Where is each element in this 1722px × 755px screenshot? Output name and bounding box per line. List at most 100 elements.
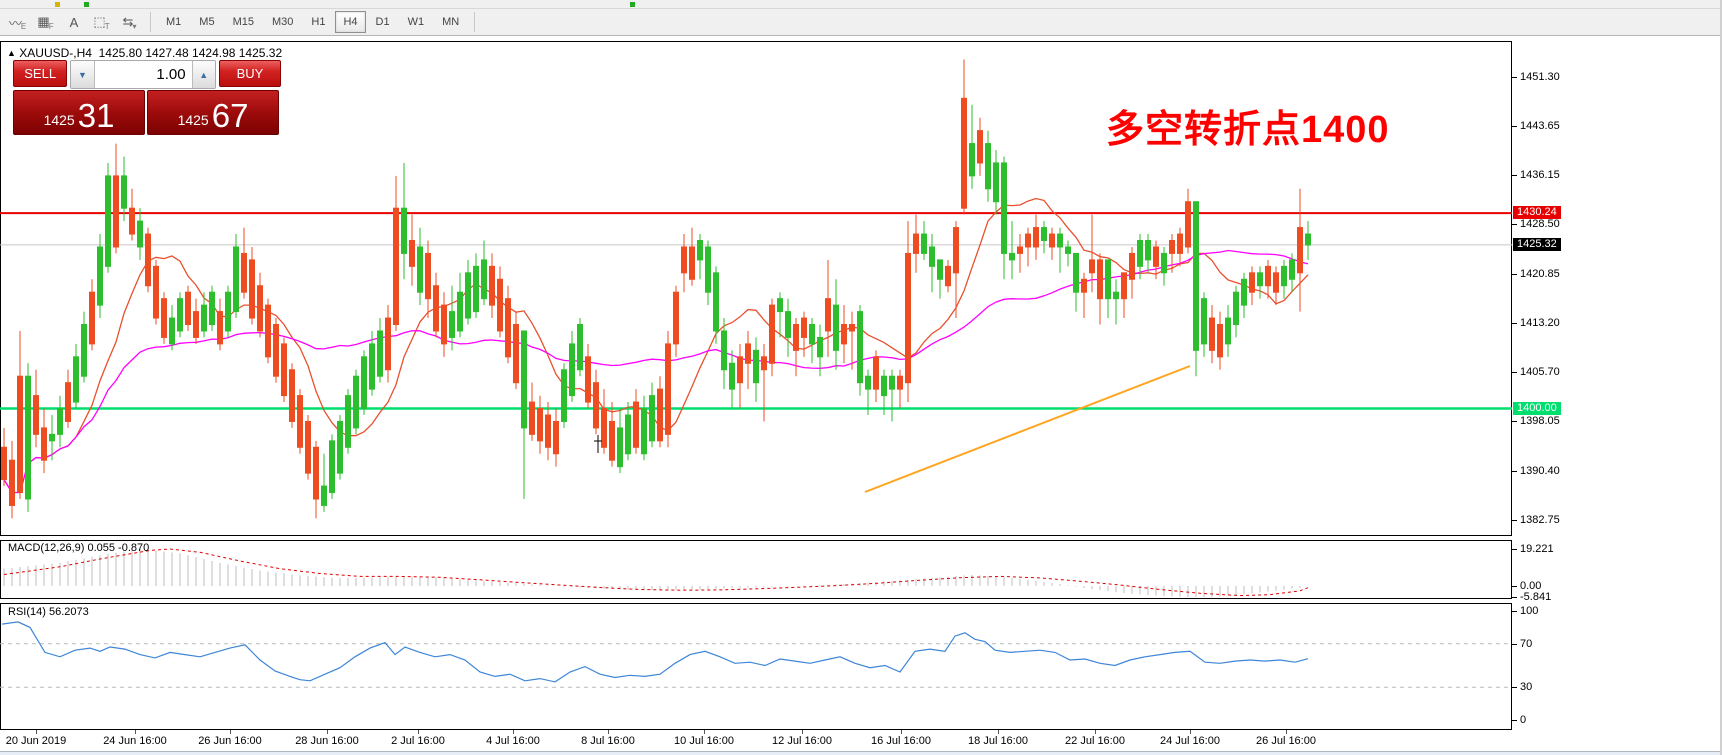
- axis-tick: [1512, 586, 1517, 587]
- axis-tick: [1512, 520, 1517, 521]
- date-tick-mark: [901, 730, 902, 734]
- price-axis[interactable]: 1451.30 1443.65 1436.15 1428.50 1420.85 1413.…: [1512, 36, 1722, 752]
- axis-tick: [1512, 549, 1517, 550]
- rsi-tick-label: 0: [1520, 714, 1526, 726]
- date-tick-mark: [36, 730, 37, 734]
- date-tick-mark: [230, 730, 231, 734]
- rsi-tick-label: 70: [1520, 638, 1532, 650]
- volume-increase-button[interactable]: ▲: [192, 61, 215, 88]
- chart-annotation-text: 多空转折点1400: [1106, 98, 1390, 153]
- date-tick-label: 4 Jul 16:00: [486, 735, 540, 747]
- date-tick-mark: [802, 730, 803, 734]
- price-tick-label: 1390.40: [1520, 465, 1560, 477]
- macd-tick-label: 0.00: [1520, 580, 1541, 592]
- price-tick-label: 1420.85: [1520, 268, 1560, 280]
- axis-tick: [1512, 611, 1517, 612]
- macd-tick-label: 19.221: [1520, 543, 1554, 555]
- price-tick-label: 1428.50: [1520, 218, 1560, 230]
- rsi-panel-canvas[interactable]: [0, 603, 1512, 730]
- symbol-ohlc-values: 1425.80 1427.48 1424.98 1425.32: [99, 46, 283, 60]
- date-tick-mark: [135, 730, 136, 734]
- timeframe-button-d1[interactable]: D1: [368, 11, 398, 33]
- sell-button[interactable]: SELL: [13, 60, 67, 87]
- axis-tick: [1512, 323, 1517, 324]
- axis-tick: [1512, 597, 1517, 598]
- date-tick-label: 2 Jul 16:00: [391, 735, 445, 747]
- buy-price-small: 1425: [178, 112, 209, 128]
- status-strip: [0, 751, 1722, 755]
- date-tick-mark: [1286, 730, 1287, 734]
- date-tick-mark: [608, 730, 609, 734]
- sell-price-small: 1425: [44, 112, 75, 128]
- date-tick-mark: [513, 730, 514, 734]
- macd-tick-label: -5.841: [1520, 591, 1551, 603]
- collapse-triangle-icon[interactable]: ▲: [7, 48, 16, 58]
- price-tick-label: 1443.65: [1520, 120, 1560, 132]
- price-badge: 1425.32: [1513, 238, 1561, 251]
- toolbar-sliver-mark: [84, 2, 89, 7]
- volume-input[interactable]: 1.00: [95, 61, 192, 88]
- timeframe-button-h4[interactable]: H4: [335, 11, 365, 33]
- date-tick-mark: [418, 730, 419, 734]
- date-tick-label: 12 Jul 16:00: [772, 735, 832, 747]
- buy-button[interactable]: BUY: [219, 60, 281, 87]
- date-tick-mark: [1095, 730, 1096, 734]
- text-box-icon[interactable]: ⬚T: [89, 10, 115, 34]
- timeframe-button-m5[interactable]: M5: [191, 11, 222, 33]
- timeframe-button-mn[interactable]: MN: [434, 11, 467, 33]
- date-tick-label: 18 Jul 16:00: [968, 735, 1028, 747]
- symbol-header[interactable]: ▲ XAUUSD-,H4 1425.80 1427.48 1424.98 142…: [7, 46, 282, 60]
- timeframe-button-m1[interactable]: M1: [158, 11, 189, 33]
- toolbar-sliver-mark: [55, 2, 60, 7]
- date-tick-label: 8 Jul 16:00: [581, 735, 635, 747]
- axis-tick: [1512, 175, 1517, 176]
- price-tick-label: 1451.30: [1520, 71, 1560, 83]
- macd-panel-canvas[interactable]: [0, 540, 1512, 599]
- objects-arrows-icon[interactable]: ⇆▾: [117, 10, 143, 34]
- axis-tick: [1512, 421, 1517, 422]
- volume-decrease-button[interactable]: ▼: [71, 61, 94, 88]
- timeframe-button-h1[interactable]: H1: [303, 11, 333, 33]
- timeframe-button-w1[interactable]: W1: [400, 11, 433, 33]
- timeframe-button-m15[interactable]: M15: [225, 11, 262, 33]
- timeframe-button-m30[interactable]: M30: [264, 11, 301, 33]
- mt4-window: 〰E▦FA⬚T⇆▾ M1M5M15M30H1H4D1W1MN 1451.3014…: [0, 0, 1722, 755]
- rsi-tick-label: 30: [1520, 681, 1532, 693]
- price-tick-label: 1436.15: [1520, 169, 1560, 181]
- date-tick-mark: [327, 730, 328, 734]
- toolbar-sliver-mark: [630, 2, 635, 7]
- indicators-icon[interactable]: 〰E: [5, 10, 31, 34]
- axis-tick: [1512, 471, 1517, 472]
- volume-stepper: ▼ 1.00 ▲: [70, 60, 216, 89]
- date-tick-label: 22 Jul 16:00: [1065, 735, 1125, 747]
- price-tick-label: 1382.75: [1520, 514, 1560, 526]
- axis-tick: [1512, 224, 1517, 225]
- date-tick-label: 28 Jun 16:00: [295, 735, 359, 747]
- sell-price-big: 31: [78, 99, 115, 132]
- one-click-trade-panel: SELL ▼ 1.00 ▲ BUY 1425 31 1425 67: [13, 60, 281, 135]
- toolbar-separator: [474, 12, 475, 32]
- axis-tick: [1512, 274, 1517, 275]
- date-tick-label: 10 Jul 16:00: [674, 735, 734, 747]
- rsi-label: RSI(14) 56.2073: [8, 606, 89, 618]
- price-tick-label: 1405.70: [1520, 366, 1560, 378]
- axis-tick: [1512, 644, 1517, 645]
- grid-icon[interactable]: ▦F: [33, 10, 59, 34]
- buy-price-big: 67: [212, 99, 249, 132]
- axis-tick: [1512, 720, 1517, 721]
- date-tick-label: 24 Jun 16:00: [103, 735, 167, 747]
- date-tick-mark: [1190, 730, 1191, 734]
- price-tick-label: 1413.20: [1520, 317, 1560, 329]
- date-tick-mark: [704, 730, 705, 734]
- sell-price-box[interactable]: 1425 31: [13, 90, 145, 135]
- rsi-tick-label: 100: [1520, 605, 1538, 617]
- date-tick-label: 16 Jul 16:00: [871, 735, 931, 747]
- date-tick-label: 26 Jun 16:00: [198, 735, 262, 747]
- price-badge: 1400.00: [1513, 402, 1561, 415]
- upper-toolbar-sliver: [0, 0, 1722, 9]
- price-badge: 1430.24: [1513, 206, 1561, 219]
- buy-price-box[interactable]: 1425 67: [147, 90, 279, 135]
- price-tick-label: 1398.05: [1520, 415, 1560, 427]
- text-label-icon[interactable]: A: [61, 10, 87, 34]
- date-tick-mark: [998, 730, 999, 734]
